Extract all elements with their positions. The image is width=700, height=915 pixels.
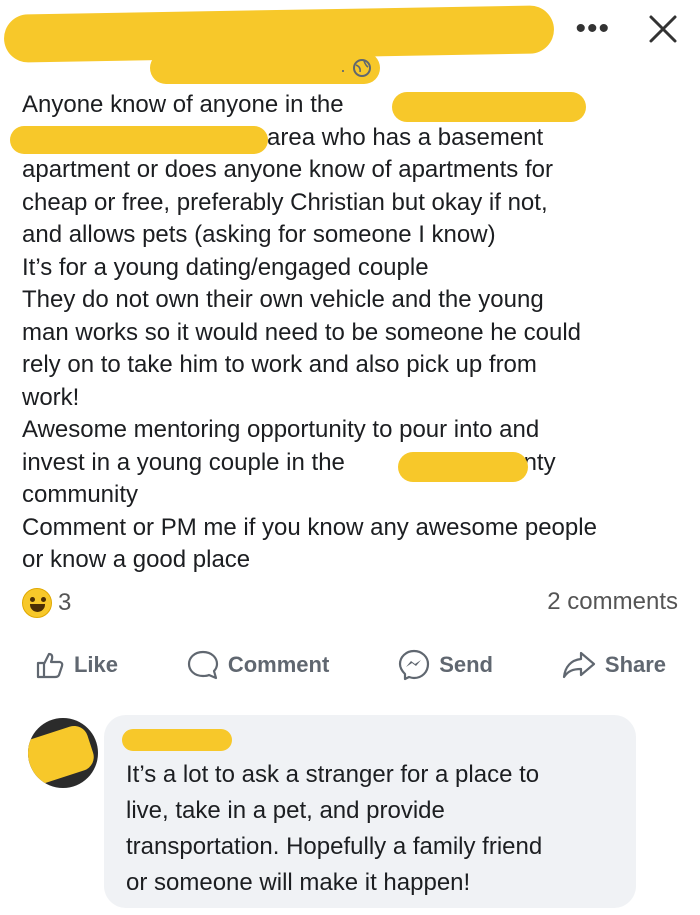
comment-label: Comment [227,652,330,677]
post-line: and allows pets (asking for someone I kn… [22,221,496,248]
comment-line: transportation. Hopefully a family frien… [126,833,543,860]
comment-line: or someone will make it happen! [126,869,471,896]
post-line: Comment or PM me if you know any awesome… [22,513,597,541]
share-button[interactable]: Share [561,649,666,681]
post-line: work! [22,383,80,411]
post-header-actions: ••• [575,14,678,44]
like-label: Like [73,652,118,677]
share-arrow-icon [561,649,597,681]
post-body: Anyone know of anyone in theor area who … [22,89,682,577]
like-button[interactable]: Like [34,649,118,681]
post-line: apartment or does anyone know of apartme… [22,156,553,183]
reactions-summary[interactable]: 3 [22,588,71,618]
post-action-bar: Like Comment Send Share [0,648,700,682]
comment-bubble: It’s a lot to ask a stranger for a place… [104,715,636,908]
close-icon[interactable] [648,14,678,44]
messenger-icon [397,648,431,682]
redacted-avatar [28,722,98,788]
post-line: or know a good place [22,546,251,573]
globe-icon [352,58,372,83]
send-button[interactable]: Send [397,648,493,682]
more-icon[interactable]: ••• [575,14,610,44]
comments-count[interactable]: 2 comments [547,588,678,616]
post-line: Awesome mentoring opportunity to pour in… [22,416,540,443]
post-line: cheap or free, preferably Christian but … [22,188,548,216]
comment-button[interactable]: Comment [186,649,329,681]
comment-line: It’s a lot to ask a stranger for a place… [126,761,540,788]
send-label: Send [439,652,493,677]
post-line: man works so it would need to be someone… [22,318,581,346]
redacted-county [398,452,528,482]
share-label: Share [604,652,667,677]
thumbs-up-icon [34,649,66,681]
redacted-location-1 [392,92,586,122]
reaction-count: 3 [58,589,72,616]
post-line: It’s for a young dating/engaged couple [22,253,429,281]
dot-separator: · [340,60,346,80]
post-line: community [22,481,139,508]
redacted-location-2 [10,126,268,154]
commenter-avatar[interactable] [28,718,98,788]
post-line: rely on to take him to work and also pic… [22,351,537,378]
comment-text: It’s a lot to ask a stranger for a place… [126,757,626,901]
post-line: invest in a young couple in thecounty [22,448,556,476]
post-meta: · [340,58,372,83]
comment-bubble-icon [186,649,220,681]
post-line: They do not own their own vehicle and th… [22,286,544,313]
comment-line: live, take in a pet, and provide [126,797,445,824]
haha-emoji-icon [22,588,52,618]
redacted-commenter-name [122,729,232,751]
